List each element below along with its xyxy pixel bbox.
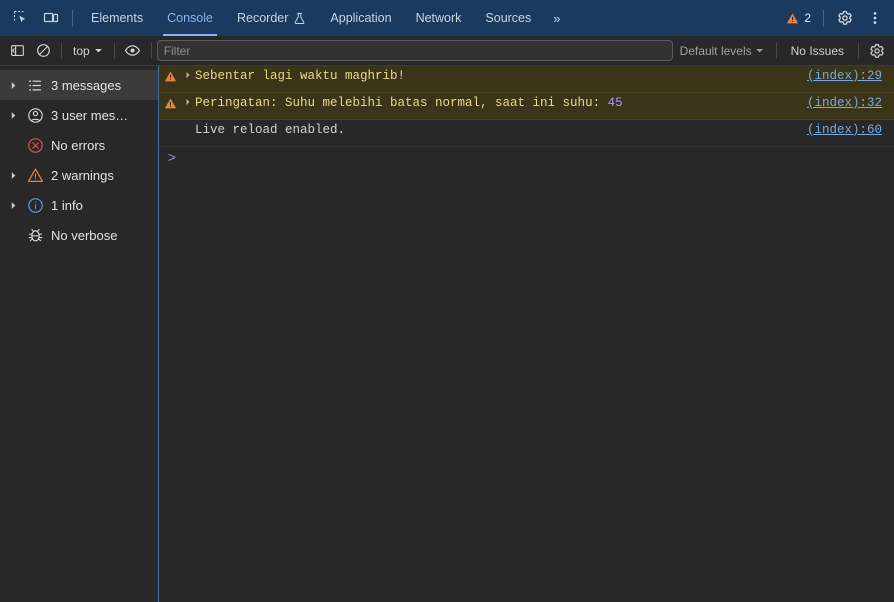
- warning-count-badge[interactable]: 2: [780, 6, 817, 30]
- devtools-window: Elements Console Recorder Application Ne…: [0, 0, 894, 602]
- sidebar-item-errors-label: No errors: [51, 137, 106, 153]
- message-number-value: 45: [607, 96, 623, 110]
- console-message-text: Live reload enabled.: [195, 123, 894, 138]
- tabbar-right-tools: 2: [780, 0, 894, 36]
- warning-triangle-icon: [786, 12, 799, 25]
- execution-context-label: top: [73, 43, 90, 58]
- tabbar-left-tools: [0, 0, 79, 36]
- log-levels-select[interactable]: Default levels: [673, 40, 771, 62]
- console-sidebar: 3 messages 3 user mes… No errors 2 warni…: [0, 66, 159, 602]
- console-message-row[interactable]: Sebentar lagi waktu maghrib! (index):29: [159, 66, 894, 93]
- expand-arrow-icon[interactable]: [181, 96, 195, 106]
- warning-count-label: 2: [804, 11, 811, 25]
- tab-network[interactable]: Network: [404, 0, 474, 36]
- clear-console-icon[interactable]: [30, 39, 56, 62]
- tab-elements-label: Elements: [91, 11, 144, 25]
- sidebar-item-verbose[interactable]: No verbose: [0, 220, 158, 250]
- tab-recorder[interactable]: Recorder: [225, 0, 318, 36]
- kebab-menu-icon[interactable]: [861, 4, 889, 32]
- bug-icon: [22, 227, 48, 244]
- tab-recorder-label: Recorder: [236, 11, 289, 25]
- live-expression-eye-icon[interactable]: [120, 39, 146, 62]
- chevron-down-icon: [94, 46, 103, 55]
- tab-sources-label: Sources: [485, 11, 532, 25]
- sidebar-item-info[interactable]: 1 info: [0, 190, 158, 220]
- filterbar-divider-3: [150, 42, 152, 59]
- expand-arrow-icon[interactable]: [4, 111, 22, 120]
- more-tabs-chevron-icon[interactable]: »: [543, 0, 570, 36]
- sidebar-item-user-messages-label: 3 user mes…: [51, 107, 129, 123]
- tab-elements[interactable]: Elements: [79, 0, 155, 36]
- message-body: Live reload enabled.: [195, 123, 346, 137]
- source-link[interactable]: (index):32: [807, 96, 882, 111]
- console-prompt[interactable]: >: [159, 147, 894, 173]
- expand-arrow-icon[interactable]: [4, 201, 22, 210]
- source-link[interactable]: (index):29: [807, 69, 882, 84]
- message-body: Sebentar lagi waktu maghrib!: [195, 69, 406, 83]
- warning-triangle-icon: [159, 96, 181, 110]
- log-levels-label: Default levels: [679, 43, 752, 58]
- warning-triangle-icon: [22, 167, 48, 184]
- panel-tabs: Elements Console Recorder Application Ne…: [79, 0, 780, 36]
- execution-context-select[interactable]: top: [67, 40, 109, 62]
- tab-console-label: Console: [167, 11, 213, 25]
- sidebar-item-user-messages[interactable]: 3 user mes…: [0, 100, 158, 130]
- experiment-flask-icon: [293, 12, 306, 25]
- console-message-text: Peringatan: Suhu melebihi batas normal, …: [195, 96, 894, 111]
- tab-sources[interactable]: Sources: [473, 0, 543, 36]
- source-link[interactable]: (index):60: [807, 123, 882, 138]
- error-circle-icon: [22, 137, 48, 154]
- expand-arrow-icon[interactable]: [4, 81, 22, 90]
- tabbar-right-divider: [823, 9, 824, 27]
- expand-arrow-icon[interactable]: [181, 69, 195, 79]
- console-filter-toolbar: top Default levels No Issues: [0, 36, 894, 66]
- tab-application-label: Application: [330, 11, 392, 25]
- console-message-text: Sebentar lagi waktu maghrib!: [195, 69, 894, 84]
- prompt-chevron-icon: >: [167, 151, 177, 167]
- tab-network-label: Network: [415, 11, 462, 25]
- sidebar-item-warnings-label: 2 warnings: [51, 167, 114, 183]
- console-body: 3 messages 3 user mes… No errors 2 warni…: [0, 66, 894, 602]
- console-settings-gear-icon[interactable]: [864, 39, 890, 62]
- tab-application[interactable]: Application: [318, 0, 403, 36]
- tabbar-divider: [72, 9, 73, 27]
- user-icon: [22, 107, 48, 124]
- sidebar-item-errors[interactable]: No errors: [0, 130, 158, 160]
- list-icon: [22, 77, 48, 94]
- console-message-row[interactable]: Live reload enabled. (index):60: [159, 120, 894, 147]
- sidebar-item-info-label: 1 info: [51, 197, 83, 213]
- filterbar-divider-4: [775, 42, 777, 59]
- filterbar-divider-1: [61, 42, 62, 59]
- expand-arrow-icon[interactable]: [4, 171, 22, 180]
- tab-console[interactable]: Console: [155, 0, 225, 36]
- sidebar-item-warnings[interactable]: 2 warnings: [0, 160, 158, 190]
- console-message-list[interactable]: Sebentar lagi waktu maghrib! (index):29 …: [159, 66, 894, 602]
- filterbar-divider-5: [858, 42, 859, 59]
- console-message-row[interactable]: Peringatan: Suhu melebihi batas normal, …: [159, 93, 894, 120]
- message-icon-placeholder: [159, 123, 181, 124]
- sidebar-item-messages[interactable]: 3 messages: [0, 70, 158, 100]
- chevron-down-icon: [755, 46, 764, 55]
- gear-icon[interactable]: [831, 4, 859, 32]
- message-body: Peringatan: Suhu melebihi batas normal, …: [195, 96, 608, 110]
- device-toolbar-icon[interactable]: [37, 4, 65, 32]
- filter-input[interactable]: [156, 40, 673, 61]
- sidebar-item-verbose-label: No verbose: [51, 227, 118, 243]
- inspect-element-icon[interactable]: [7, 4, 35, 32]
- issues-button[interactable]: No Issues: [782, 40, 853, 62]
- console-sidebar-toggle-icon[interactable]: [4, 39, 30, 62]
- sidebar-item-messages-label: 3 messages: [51, 77, 122, 93]
- filterbar-divider-2: [113, 42, 115, 59]
- devtools-tabbar: Elements Console Recorder Application Ne…: [0, 0, 894, 36]
- warning-triangle-icon: [159, 69, 181, 83]
- info-circle-icon: [22, 197, 48, 214]
